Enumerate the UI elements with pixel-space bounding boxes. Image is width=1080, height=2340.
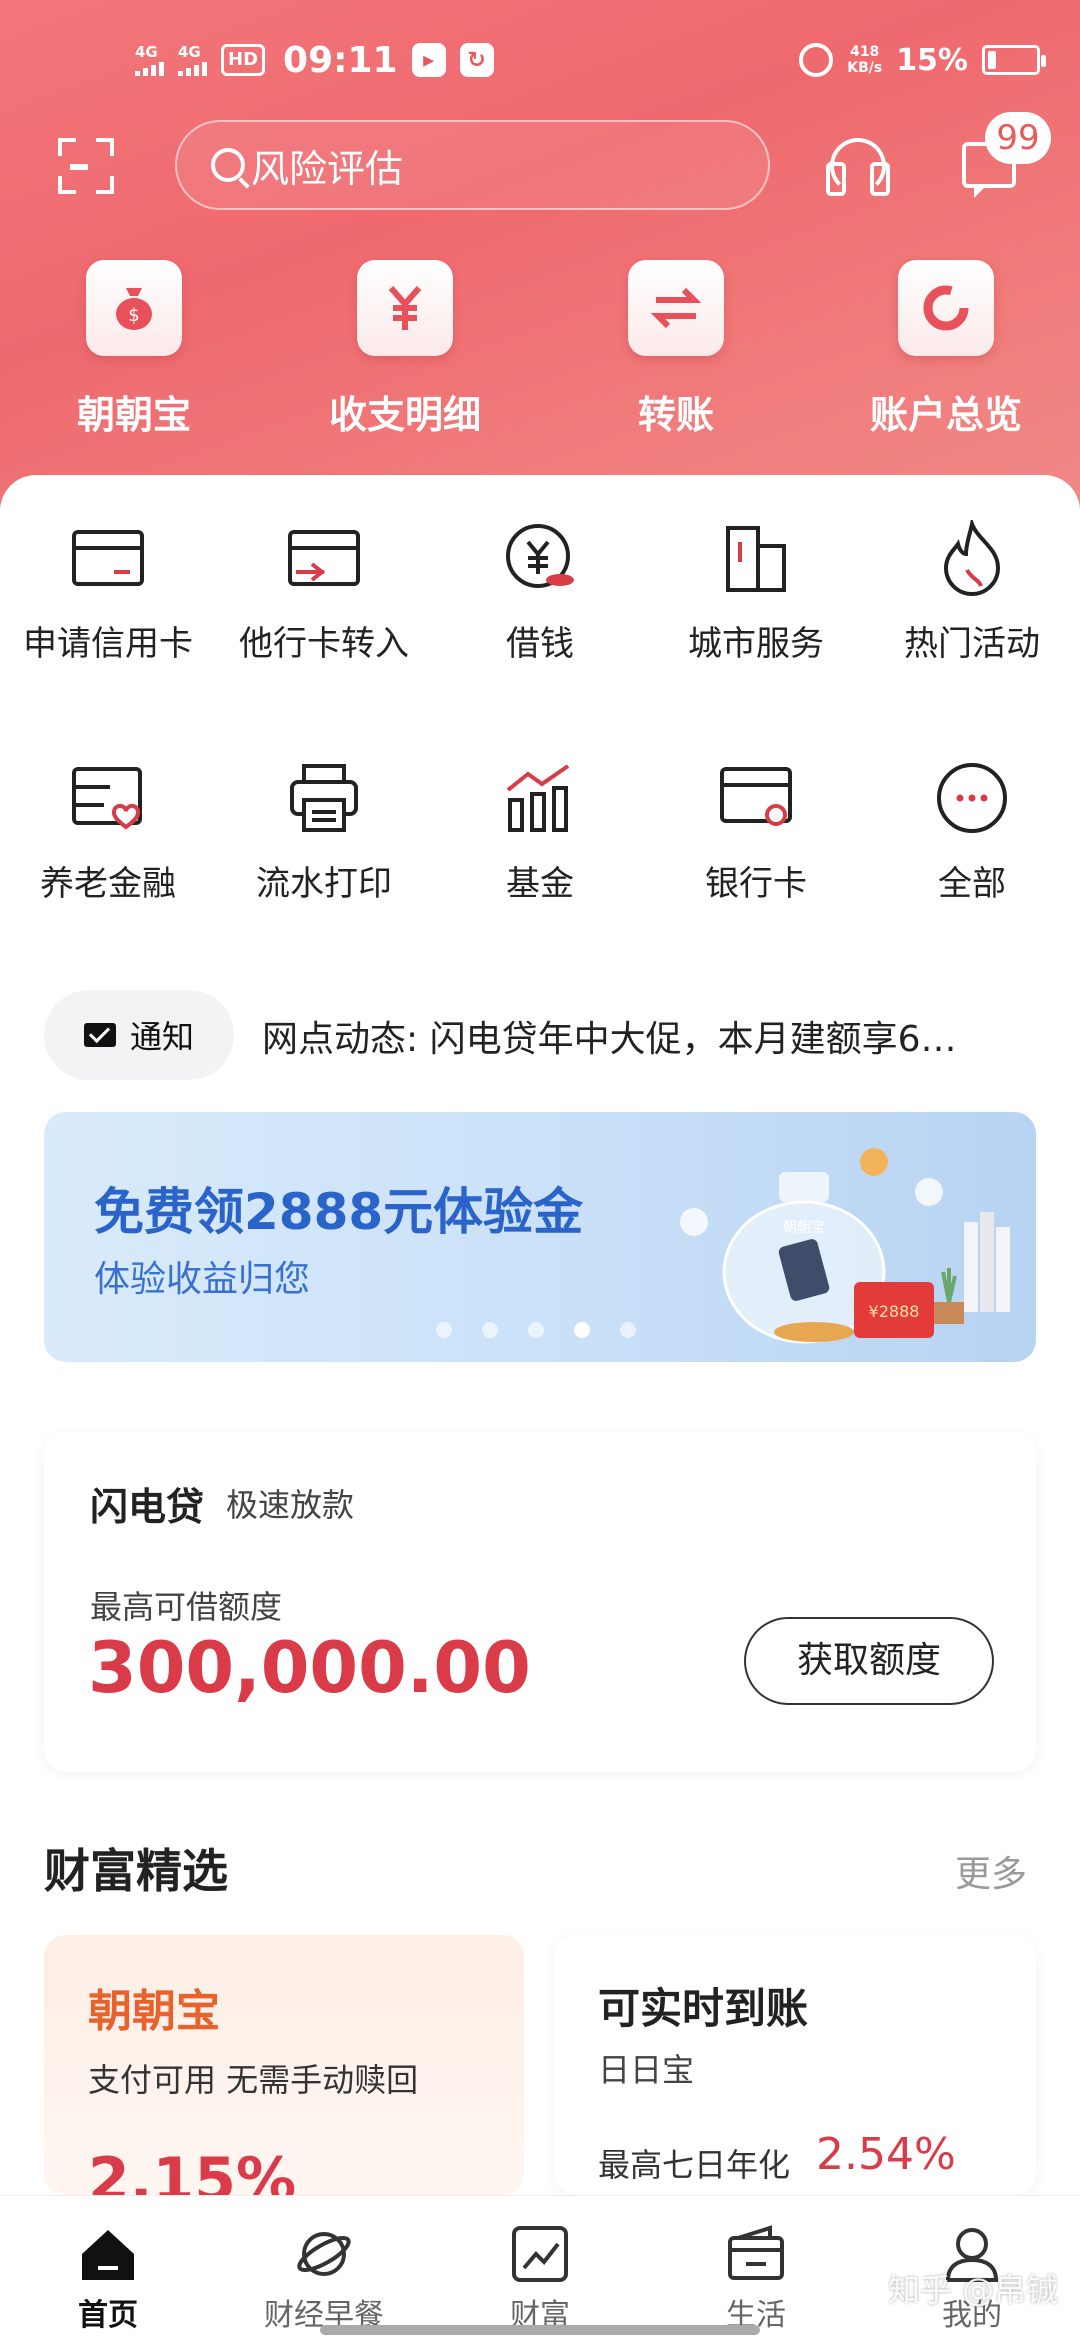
wealth-section-title: 财富精选 [44,1844,228,1898]
product-title: 可实时到账 [598,1984,809,2033]
tab-label: 首页 [78,2298,138,2333]
service-fund[interactable]: 基金 [432,758,648,905]
savings-jar-illustration: ¥2888 朝朝宝 [680,1148,1010,1344]
service-hot-events[interactable]: 热门活动 [864,518,1080,665]
service-label: 热门活动 [904,624,1040,664]
home-indicator[interactable] [320,2325,760,2335]
money-bag-icon: $ [86,260,182,356]
clock: 09:11 [283,39,398,81]
wealth-more-link[interactable]: 更多 [955,1845,1027,1897]
home-icon [78,2224,138,2284]
service-statement-print[interactable]: 流水打印 [216,758,432,905]
service-all[interactable]: 全部 [864,758,1080,905]
product-card-zhaozhaobao[interactable]: 朝朝宝 支付可用 无需手动赎回 2.15% [44,1935,524,2215]
product-title: 朝朝宝 [88,1986,220,2037]
network-speed: 418 KB/s [847,44,883,76]
scan-icon[interactable] [58,138,114,194]
tab-finance-breakfast[interactable]: 财经早餐 [216,2196,432,2334]
printer-icon [284,758,364,838]
credit-card-icon [68,518,148,598]
bank-card-icon [716,758,796,838]
loan-limit-amount: 300,000.00 [88,1627,531,1709]
flame-icon [932,518,1012,598]
signal-indicator-1: 4G [135,44,164,76]
notice-marquee[interactable]: 网点动态: 闪电贷年中大促，本月建额享6… [262,1010,1042,1062]
quick-action-account-overview[interactable]: 账户总览 [856,260,1036,439]
trend-chart-icon [510,2224,570,2284]
product-card-ririba[interactable]: 可实时到账 日日宝 最高七日年化 2.54% [554,1935,1036,2195]
search-input[interactable]: 风险评估 [175,120,770,210]
wallet-icon [726,2224,786,2284]
service-label: 借钱 [506,624,574,664]
loan-tag: 极速放款 [226,1486,355,1524]
message-badge: 99 [985,112,1051,164]
banner-subtitle: 体验收益归您 [94,1259,311,1300]
quick-action-label: 账户总览 [869,393,1022,437]
jar-label: 朝朝宝 [783,1220,825,1236]
quick-action-label: 收支明细 [328,393,481,437]
service-other-bank-transfer[interactable]: 他行卡转入 [216,518,432,665]
transfer-arrows-icon [628,260,724,356]
service-label: 养老金融 [40,864,176,904]
yen-icon [357,260,453,356]
notice-label: 通知 [129,1018,194,1056]
loan-limit-label: 最高可借额度 [90,1588,283,1626]
battery-icon [982,45,1046,75]
banner-pagination [436,1322,636,1338]
quick-action-label: 朝朝宝 [76,393,191,437]
status-bar: 4G 4G HD 09:11 ▸ ↻ 418 KB/s 15% [0,30,1080,90]
watermark: 知乎 @帛铖 [888,2271,1059,2309]
service-label: 申请信用卡 [23,624,193,664]
quick-action-transfer[interactable]: 转账 [586,260,766,439]
donut-chart-icon [898,260,994,356]
quick-action-transactions[interactable]: 收支明细 [315,260,495,439]
tab-home[interactable]: 首页 [0,2196,216,2334]
battery-percent: 15% [896,42,968,78]
service-credit-card-apply[interactable]: 申请信用卡 [0,518,216,665]
loan-title: 闪电贷 [90,1485,205,1529]
service-label: 银行卡 [705,864,807,904]
envelope-amount: ¥2888 [869,1302,920,1321]
service-label: 他行卡转入 [239,624,409,664]
pension-card-icon [68,758,148,838]
service-label: 基金 [506,864,574,904]
notification-sync-icon: ↻ [459,43,494,77]
product-desc: 日日宝 [598,2051,695,2089]
product-rate-label: 最高七日年化 [598,2146,791,2184]
service-city-services[interactable]: 城市服务 [648,518,864,665]
product-desc: 支付可用 无需手动赎回 [88,2061,419,2099]
flash-loan-card[interactable]: 闪电贷 极速放款 最高可借额度 300,000.00 获取额度 [44,1432,1036,1772]
service-pension-finance[interactable]: 养老金融 [0,758,216,905]
envelope-icon [83,1023,116,1047]
city-building-icon [716,518,796,598]
tab-life[interactable]: 生活 [648,2196,864,2334]
tab-wealth[interactable]: 财富 [432,2196,648,2334]
svg-text:$: $ [128,305,139,326]
signal-indicator-2: 4G [178,44,207,76]
notice-pill[interactable]: 通知 [44,990,234,1080]
card-transfer-icon [284,518,364,598]
service-borrow-money[interactable]: 借钱 [432,518,648,665]
more-dots-icon [932,758,1012,838]
promo-banner[interactable]: 免费领2888元体验金 体验收益归您 ¥2888 朝朝宝 [44,1112,1036,1362]
alarm-icon [799,43,834,77]
product-rate: 2.54% [816,2129,956,2180]
service-label: 全部 [938,864,1006,904]
search-placeholder: 风险评估 [251,146,404,191]
notification-app-icon: ▸ [411,43,446,77]
get-limit-button[interactable]: 获取额度 [744,1617,994,1705]
service-bank-card[interactable]: 银行卡 [648,758,864,905]
customer-service-icon[interactable] [826,138,890,196]
service-label: 城市服务 [688,624,824,664]
hd-voice-icon: HD [221,44,266,76]
quick-action-label: 转账 [637,393,714,437]
planet-icon [294,2224,354,2284]
yen-coin-icon [500,518,580,598]
service-label: 流水打印 [256,864,392,904]
bar-chart-icon [500,758,580,838]
search-icon [211,148,245,182]
banner-title: 免费领2888元体验金 [94,1183,584,1241]
quick-action-zhaozhaobao[interactable]: $ 朝朝宝 [44,260,224,439]
